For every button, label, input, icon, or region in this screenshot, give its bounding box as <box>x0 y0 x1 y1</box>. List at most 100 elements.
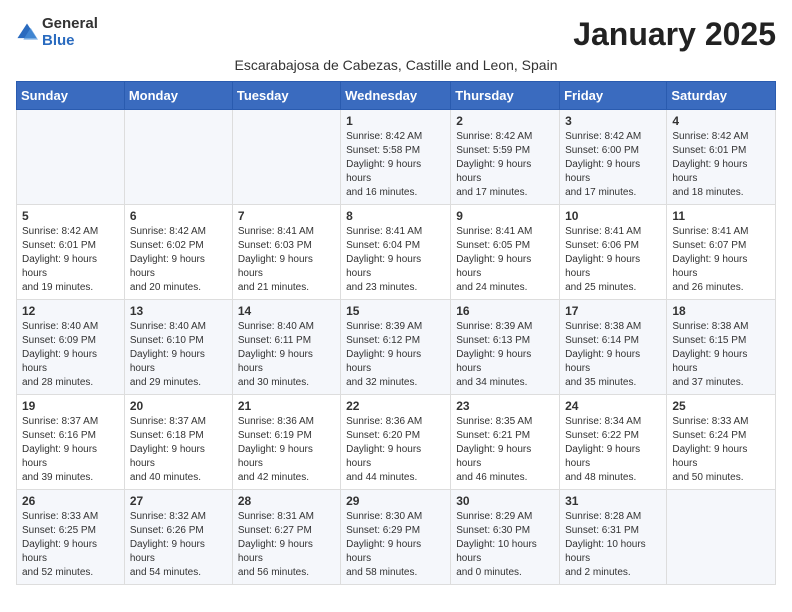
day-number: 1 <box>346 114 445 128</box>
day-info: Sunrise: 8:33 AMSunset: 6:24 PMDaylight:… <box>672 415 770 485</box>
logo: General Blue <box>16 16 98 49</box>
calendar-cell: 12 Sunrise: 8:40 AMSunset: 6:09 PMDayligh… <box>17 300 125 395</box>
calendar-cell: 10Sunrise: 8:41 AMSunset: 6:06 PMDayligh… <box>560 205 667 300</box>
day-number: 7 <box>238 209 335 223</box>
page-title: January 2025 <box>573 16 776 53</box>
day-info: Sunrise: 8:34 AMSunset: 6:22 PMDaylight:… <box>565 415 661 485</box>
calendar-cell: 21 Sunrise: 8:36 AMSunset: 6:19 PMDayligh… <box>232 395 340 490</box>
day-number: 6 <box>130 209 227 223</box>
logo-text-blue: Blue <box>42 33 98 50</box>
day-info: Sunrise: 8:41 AMSunset: 6:07 PMDaylight:… <box>672 225 770 295</box>
calendar-cell: 6 Sunrise: 8:42 AMSunset: 6:02 PMDaylight… <box>124 205 232 300</box>
calendar-cell: 11 Sunrise: 8:41 AMSunset: 6:07 PMDayligh… <box>667 205 776 300</box>
calendar-cell <box>232 110 340 205</box>
day-number: 8 <box>346 209 445 223</box>
day-info: Sunrise: 8:41 AMSunset: 6:03 PMDaylight:… <box>238 225 335 295</box>
day-number: 23 <box>456 399 554 413</box>
day-info: Sunrise: 8:40 AMSunset: 6:09 PMDaylight:… <box>22 320 119 390</box>
day-info: Sunrise: 8:36 AMSunset: 6:20 PMDaylight:… <box>346 415 445 485</box>
day-info: Sunrise: 8:42 AMSunset: 5:58 PMDaylight:… <box>346 130 445 200</box>
calendar-cell: 3 Sunrise: 8:42 AMSunset: 6:00 PMDaylight… <box>560 110 667 205</box>
day-info: Sunrise: 8:30 AMSunset: 6:29 PMDaylight:… <box>346 510 445 580</box>
calendar-cell: 14 Sunrise: 8:40 AMSunset: 6:11 PMDayligh… <box>232 300 340 395</box>
day-number: 9 <box>456 209 554 223</box>
day-info: Sunrise: 8:40 AMSunset: 6:11 PMDaylight:… <box>238 320 335 390</box>
day-number: 28 <box>238 494 335 508</box>
calendar-cell: 27 Sunrise: 8:32 AMSunset: 6:26 PMDayligh… <box>124 490 232 585</box>
calendar-cell: 16 Sunrise: 8:39 AMSunset: 6:13 PMDayligh… <box>451 300 560 395</box>
col-header-tuesday: Tuesday <box>232 82 340 110</box>
day-number: 27 <box>130 494 227 508</box>
day-info: Sunrise: 8:39 AMSunset: 6:13 PMDaylight:… <box>456 320 554 390</box>
calendar-cell: 13 Sunrise: 8:40 AMSunset: 6:10 PMDayligh… <box>124 300 232 395</box>
calendar-cell: 5 Sunrise: 8:42 AMSunset: 6:01 PMDaylight… <box>17 205 125 300</box>
calendar-cell: 15 Sunrise: 8:39 AMSunset: 6:12 PMDayligh… <box>341 300 451 395</box>
calendar-cell: 1 Sunrise: 8:42 AMSunset: 5:58 PMDaylight… <box>341 110 451 205</box>
calendar-cell: 30 Sunrise: 8:29 AMSunset: 6:30 PMDayligh… <box>451 490 560 585</box>
day-info: Sunrise: 8:42 AMSunset: 6:01 PMDaylight:… <box>22 225 119 295</box>
day-info: Sunrise: 8:42 AMSunset: 6:02 PMDaylight:… <box>130 225 227 295</box>
day-info: Sunrise: 8:39 AMSunset: 6:12 PMDaylight:… <box>346 320 445 390</box>
day-number: 16 <box>456 304 554 318</box>
calendar-cell: 17Sunrise: 8:38 AMSunset: 6:14 PMDayligh… <box>560 300 667 395</box>
col-header-wednesday: Wednesday <box>341 82 451 110</box>
calendar-cell: 4Sunrise: 8:42 AMSunset: 6:01 PMDaylight… <box>667 110 776 205</box>
logo-icon <box>16 22 38 44</box>
day-info: Sunrise: 8:42 AMSunset: 6:00 PMDaylight:… <box>565 130 661 200</box>
calendar-cell: 19 Sunrise: 8:37 AMSunset: 6:16 PMDayligh… <box>17 395 125 490</box>
col-header-saturday: Saturday <box>667 82 776 110</box>
calendar-cell: 9 Sunrise: 8:41 AMSunset: 6:05 PMDaylight… <box>451 205 560 300</box>
day-number: 24 <box>565 399 661 413</box>
calendar-cell <box>124 110 232 205</box>
day-number: 22 <box>346 399 445 413</box>
day-number: 2 <box>456 114 554 128</box>
calendar-cell: 8 Sunrise: 8:41 AMSunset: 6:04 PMDaylight… <box>341 205 451 300</box>
calendar-cell: 26Sunrise: 8:33 AMSunset: 6:25 PMDayligh… <box>17 490 125 585</box>
day-info: Sunrise: 8:42 AMSunset: 5:59 PMDaylight:… <box>456 130 554 200</box>
day-number: 10 <box>565 209 661 223</box>
calendar-cell: 25 Sunrise: 8:33 AMSunset: 6:24 PMDayligh… <box>667 395 776 490</box>
calendar-cell: 23 Sunrise: 8:35 AMSunset: 6:21 PMDayligh… <box>451 395 560 490</box>
day-info: Sunrise: 8:31 AMSunset: 6:27 PMDaylight:… <box>238 510 335 580</box>
col-header-sunday: Sunday <box>17 82 125 110</box>
day-number: 19 <box>22 399 119 413</box>
logo-text-general: General <box>42 16 98 33</box>
day-info: Sunrise: 8:40 AMSunset: 6:10 PMDaylight:… <box>130 320 227 390</box>
day-info: Sunrise: 8:41 AMSunset: 6:04 PMDaylight:… <box>346 225 445 295</box>
day-number: 4 <box>672 114 770 128</box>
day-info: Sunrise: 8:35 AMSunset: 6:21 PMDaylight:… <box>456 415 554 485</box>
calendar-cell: 20 Sunrise: 8:37 AMSunset: 6:18 PMDayligh… <box>124 395 232 490</box>
day-number: 15 <box>346 304 445 318</box>
day-number: 5 <box>22 209 119 223</box>
calendar-cell: 28 Sunrise: 8:31 AMSunset: 6:27 PMDayligh… <box>232 490 340 585</box>
day-number: 31 <box>565 494 661 508</box>
day-number: 12 <box>22 304 119 318</box>
day-number: 25 <box>672 399 770 413</box>
calendar-cell: 7 Sunrise: 8:41 AMSunset: 6:03 PMDaylight… <box>232 205 340 300</box>
col-header-friday: Friday <box>560 82 667 110</box>
day-number: 14 <box>238 304 335 318</box>
day-info: Sunrise: 8:32 AMSunset: 6:26 PMDaylight:… <box>130 510 227 580</box>
day-info: Sunrise: 8:38 AMSunset: 6:15 PMDaylight:… <box>672 320 770 390</box>
day-number: 13 <box>130 304 227 318</box>
calendar-cell: 2 Sunrise: 8:42 AMSunset: 5:59 PMDaylight… <box>451 110 560 205</box>
day-number: 3 <box>565 114 661 128</box>
day-info: Sunrise: 8:36 AMSunset: 6:19 PMDaylight:… <box>238 415 335 485</box>
day-info: Sunrise: 8:37 AMSunset: 6:18 PMDaylight:… <box>130 415 227 485</box>
day-number: 17 <box>565 304 661 318</box>
day-number: 29 <box>346 494 445 508</box>
calendar-cell: 24 Sunrise: 8:34 AMSunset: 6:22 PMDayligh… <box>560 395 667 490</box>
calendar-cell <box>17 110 125 205</box>
day-info: Sunrise: 8:29 AMSunset: 6:30 PMDaylight:… <box>456 510 554 580</box>
day-number: 20 <box>130 399 227 413</box>
day-info: Sunrise: 8:37 AMSunset: 6:16 PMDaylight:… <box>22 415 119 485</box>
day-number: 30 <box>456 494 554 508</box>
day-number: 21 <box>238 399 335 413</box>
day-info: Sunrise: 8:41 AMSunset: 6:05 PMDaylight:… <box>456 225 554 295</box>
day-number: 11 <box>672 209 770 223</box>
day-number: 26 <box>22 494 119 508</box>
calendar-cell: 29 Sunrise: 8:30 AMSunset: 6:29 PMDayligh… <box>341 490 451 585</box>
col-header-monday: Monday <box>124 82 232 110</box>
calendar-table: SundayMondayTuesdayWednesdayThursdayFrid… <box>16 81 776 585</box>
col-header-thursday: Thursday <box>451 82 560 110</box>
